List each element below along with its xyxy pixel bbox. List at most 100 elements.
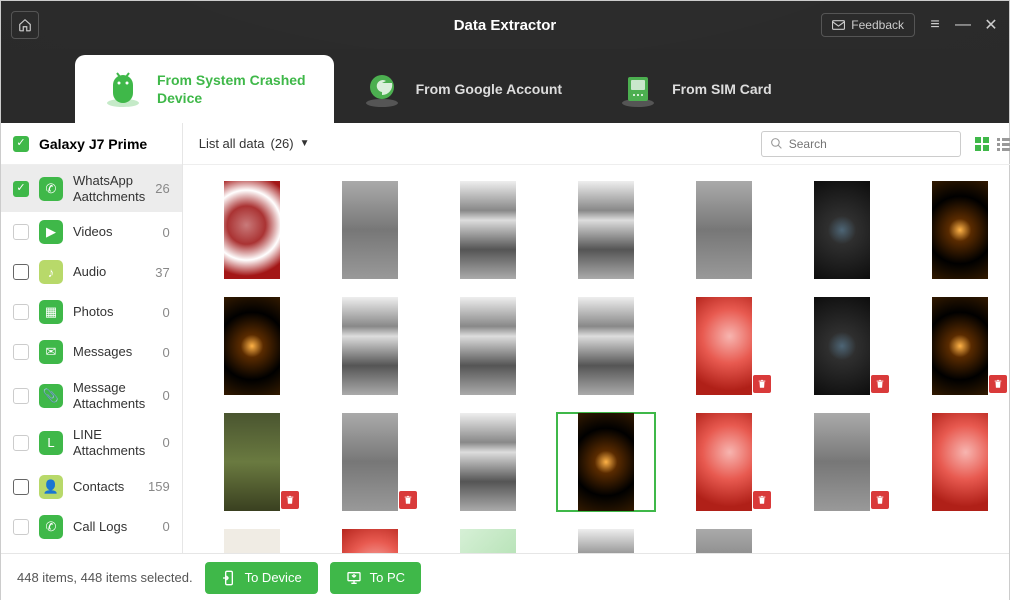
thumbnail[interactable]	[439, 297, 537, 395]
category-count: 0	[162, 435, 169, 450]
thumbnail[interactable]	[203, 181, 301, 279]
source-tab-label: From Google Account	[416, 80, 562, 98]
feedback-button[interactable]: Feedback	[821, 13, 915, 37]
trash-icon	[871, 491, 889, 509]
thumbnail-image	[460, 297, 516, 395]
category-count: 0	[162, 388, 169, 403]
thumbnail[interactable]	[911, 297, 1009, 395]
feedback-label: Feedback	[851, 18, 904, 32]
category-icon: ♪	[39, 260, 63, 284]
category-label: LINE Attachments	[73, 427, 152, 458]
category-attach[interactable]: 📎Message Attachments0	[1, 372, 182, 419]
source-tab-label: From SIM Card	[672, 80, 772, 98]
thumbnail[interactable]	[557, 181, 655, 279]
filter-count: (26)	[270, 136, 293, 151]
filter-dropdown[interactable]: List all data (26) ▼	[199, 136, 310, 151]
category-checkbox[interactable]	[13, 435, 29, 451]
source-tab-0[interactable]: From System CrashedDevice	[75, 55, 334, 123]
category-icon: ✆	[39, 177, 63, 201]
close-button[interactable]: ✕	[983, 15, 999, 35]
thumbnail[interactable]	[675, 413, 773, 511]
thumbnail[interactable]	[793, 297, 891, 395]
thumbnail[interactable]	[557, 529, 655, 553]
category-audio[interactable]: ♪Audio37	[1, 252, 182, 292]
category-label: Contacts	[73, 479, 138, 495]
to-pc-button[interactable]: To PC	[330, 562, 421, 594]
category-checkbox[interactable]	[13, 224, 29, 240]
category-label: Photos	[73, 304, 152, 320]
thumbnail[interactable]	[793, 181, 891, 279]
category-icon: ▶	[39, 220, 63, 244]
thumbnail[interactable]	[911, 413, 1009, 511]
home-button[interactable]	[11, 11, 39, 39]
category-checkbox[interactable]	[13, 264, 29, 280]
thumbnail[interactable]	[439, 529, 537, 553]
device-row[interactable]: Galaxy J7 Prime	[1, 123, 182, 165]
thumbnail[interactable]	[557, 297, 655, 395]
filter-label: List all data	[199, 136, 265, 151]
view-grid-button[interactable]	[973, 135, 991, 153]
category-checkbox[interactable]	[13, 304, 29, 320]
thumbnail[interactable]	[675, 181, 773, 279]
thumbnail[interactable]	[675, 297, 773, 395]
device-checkbox[interactable]	[13, 136, 29, 152]
source-tab-2[interactable]: From SIM Card	[590, 55, 800, 123]
thumbnail[interactable]	[675, 529, 773, 553]
category-checkbox[interactable]	[13, 479, 29, 495]
category-icon: 📎	[39, 384, 63, 408]
category-call[interactable]: ✆Call Logs0	[1, 507, 182, 547]
thumbnail-image	[814, 413, 870, 511]
category-msg[interactable]: ✉Messages0	[1, 332, 182, 372]
source-tab-1[interactable]: From Google Account	[334, 55, 590, 123]
category-count: 0	[162, 305, 169, 320]
thumbnail[interactable]	[203, 413, 301, 511]
search-box[interactable]	[761, 131, 961, 157]
category-checkbox[interactable]	[13, 519, 29, 535]
thumbnail[interactable]	[557, 413, 655, 511]
source-tab-icon	[618, 69, 658, 109]
category-icon: ✉	[39, 340, 63, 364]
category-icon: L	[39, 431, 63, 455]
thumbnail[interactable]	[793, 413, 891, 511]
category-count: 0	[162, 519, 169, 534]
minimize-button[interactable]: —	[955, 16, 971, 34]
category-icon: 👤	[39, 475, 63, 499]
to-pc-label: To PC	[370, 570, 405, 585]
category-whatsapp[interactable]: ✆WhatsApp Aattchments26	[1, 165, 182, 212]
thumbnail[interactable]	[203, 297, 301, 395]
thumbnail-image	[578, 297, 634, 395]
category-checkbox[interactable]	[13, 388, 29, 404]
thumbnail[interactable]	[321, 413, 419, 511]
thumbnail[interactable]	[321, 297, 419, 395]
category-count: 159	[148, 479, 170, 494]
thumbnail[interactable]	[321, 529, 419, 553]
thumbnail-image	[696, 413, 752, 511]
category-video[interactable]: ▶Videos0	[1, 212, 182, 252]
category-count: 26	[155, 181, 169, 196]
thumbnail-image	[932, 297, 988, 395]
trash-icon	[989, 375, 1007, 393]
to-device-button[interactable]: To Device	[205, 562, 318, 594]
view-list-button[interactable]	[995, 135, 1010, 153]
category-line[interactable]: L LINE Attachments 0	[1, 419, 182, 466]
category-checkbox[interactable]	[13, 181, 29, 197]
thumbnail[interactable]	[911, 181, 1009, 279]
thumbnail[interactable]	[203, 529, 301, 553]
category-photo[interactable]: ▦Photos0	[1, 292, 182, 332]
thumbnail[interactable]	[321, 181, 419, 279]
thumbnail-image	[696, 297, 752, 395]
device-name: Galaxy J7 Prime	[39, 136, 147, 152]
chevron-down-icon: ▼	[300, 138, 310, 149]
thumbnail[interactable]	[439, 181, 537, 279]
category-checkbox[interactable]	[13, 344, 29, 360]
search-input[interactable]	[789, 137, 952, 151]
menu-button[interactable]: ≡	[927, 16, 943, 34]
status-text: 448 items, 448 items selected.	[17, 570, 193, 585]
trash-icon	[399, 491, 417, 509]
category-contact[interactable]: 👤 Contacts 159	[1, 467, 182, 507]
thumbnail-image	[814, 297, 870, 395]
thumbnail[interactable]	[439, 413, 537, 511]
thumbnail-image	[342, 297, 398, 395]
thumbnail-image	[224, 529, 280, 553]
source-tab-icon	[103, 69, 143, 109]
